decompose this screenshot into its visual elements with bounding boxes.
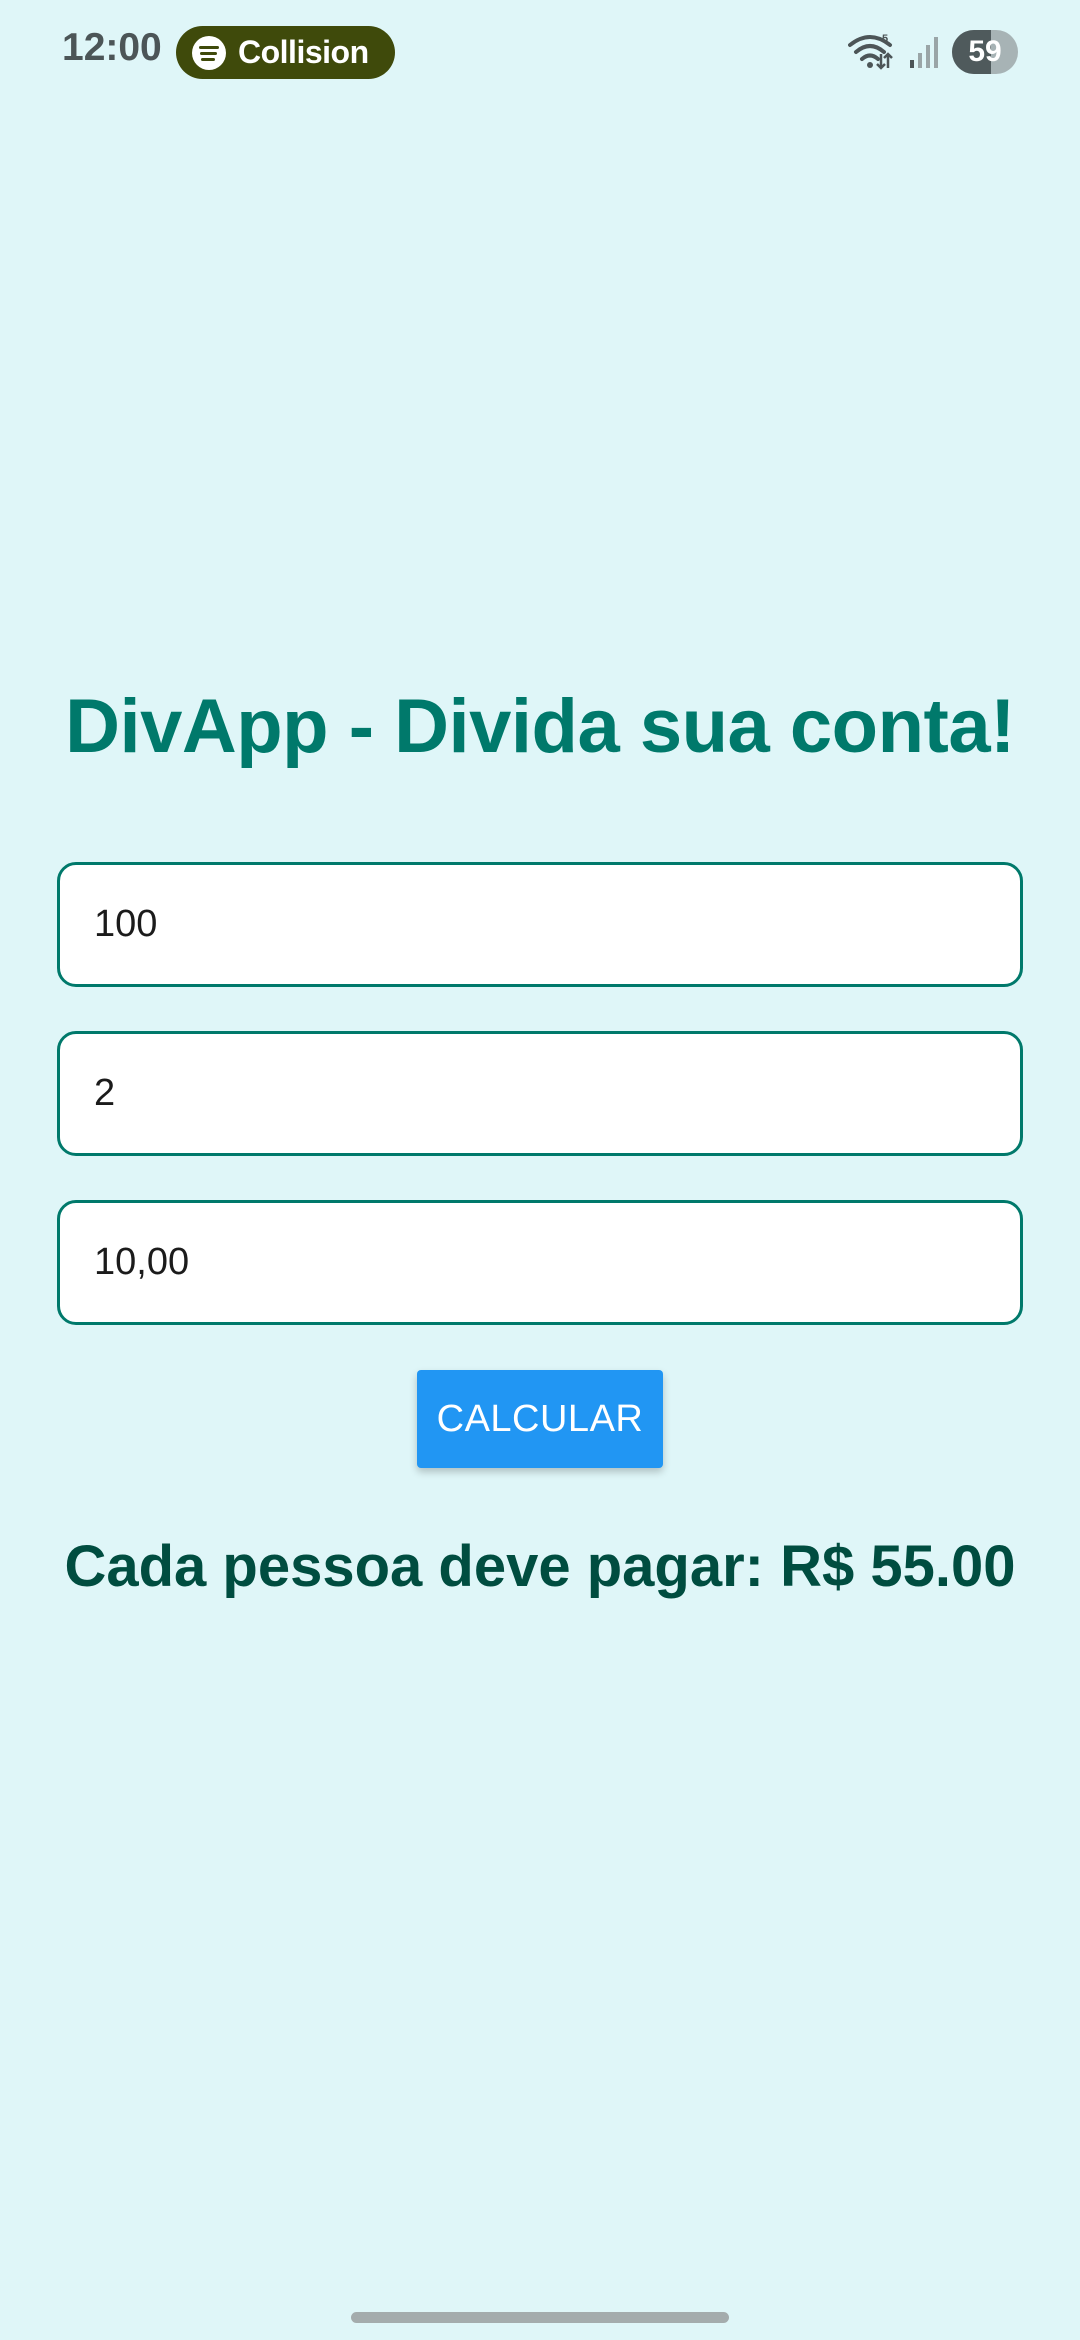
page-title: DivApp - Divida sua conta!: [65, 684, 1015, 769]
battery-level: 59: [968, 35, 1002, 68]
signal-icon: [910, 37, 938, 68]
status-time: 12:00: [62, 26, 162, 69]
calculate-button[interactable]: CALCULAR: [417, 1370, 663, 1468]
total-value-input[interactable]: [94, 903, 974, 946]
tip-value-field[interactable]: [57, 1200, 1023, 1325]
spotify-icon: [192, 35, 226, 70]
status-icons: 5 59: [848, 30, 1018, 74]
people-count-input[interactable]: [94, 1072, 974, 1115]
svg-text:5: 5: [882, 33, 888, 45]
battery-icon: 59: [952, 30, 1018, 74]
result-text: Cada pessoa deve pagar: R$ 55.00: [64, 1534, 1016, 1599]
tip-value-input[interactable]: [94, 1241, 974, 1284]
status-bar: 12:00 Collision 5 59: [0, 0, 1080, 108]
media-chip[interactable]: Collision: [176, 26, 395, 79]
media-chip-label: Collision: [238, 34, 369, 70]
total-value-field[interactable]: [57, 862, 1023, 987]
wifi-icon: 5: [848, 33, 893, 70]
gesture-nav-handle[interactable]: [351, 2312, 729, 2323]
people-count-field[interactable]: [57, 1031, 1023, 1156]
